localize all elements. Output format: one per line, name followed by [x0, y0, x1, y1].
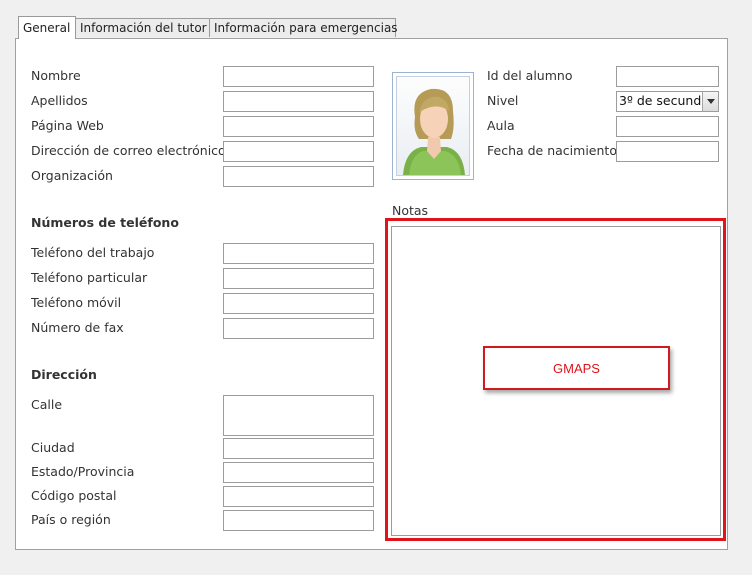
fecha-nacimiento-field[interactable] — [616, 141, 719, 162]
telefono-particular-label: Teléfono particular — [31, 270, 148, 285]
calle-label: Calle — [31, 397, 63, 412]
pagina-web-field[interactable] — [223, 116, 374, 137]
pais-region-label: País o región — [31, 512, 111, 527]
organizacion-label: Organización — [31, 168, 113, 183]
nivel-label: Nivel — [487, 93, 519, 108]
student-photo[interactable] — [392, 72, 474, 180]
telefono-movil-field[interactable] — [223, 293, 374, 314]
aula-field[interactable] — [616, 116, 719, 137]
estado-provincia-field[interactable] — [223, 462, 374, 483]
tab-general[interactable]: General — [18, 16, 76, 39]
codigo-postal-label: Código postal — [31, 488, 117, 503]
person-photo-icon — [403, 88, 465, 175]
id-alumno-label: Id del alumno — [487, 68, 573, 83]
calle-field[interactable] — [223, 395, 374, 436]
apellidos-field[interactable] — [223, 91, 374, 112]
fax-label: Número de fax — [31, 320, 124, 335]
telefono-trabajo-label: Teléfono del trabajo — [31, 245, 155, 260]
correo-label: Dirección de correo electrónico — [31, 143, 226, 158]
ciudad-field[interactable] — [223, 438, 374, 459]
fax-field[interactable] — [223, 318, 374, 339]
aula-label: Aula — [487, 118, 515, 133]
correo-field[interactable] — [223, 141, 374, 162]
telefono-trabajo-field[interactable] — [223, 243, 374, 264]
codigo-postal-field[interactable] — [223, 486, 374, 507]
notas-label: Notas — [392, 203, 429, 218]
tab-informacion-tutor[interactable]: Información del tutor — [75, 18, 210, 37]
nivel-select[interactable]: 3º de secundaria — [616, 91, 719, 112]
chevron-down-icon[interactable] — [702, 92, 718, 111]
apellidos-label: Apellidos — [31, 93, 88, 108]
telefono-particular-field[interactable] — [223, 268, 374, 289]
fecha-nacimiento-label: Fecha de nacimiento — [487, 143, 617, 158]
nombre-field[interactable] — [223, 66, 374, 87]
direccion-section-title: Dirección — [31, 367, 97, 382]
nombre-label: Nombre — [31, 68, 81, 83]
organizacion-field[interactable] — [223, 166, 374, 187]
pagina-web-label: Página Web — [31, 118, 104, 133]
ciudad-label: Ciudad — [31, 440, 75, 455]
estado-provincia-label: Estado/Provincia — [31, 464, 135, 479]
tab-informacion-emergencias[interactable]: Información para emergencias — [209, 18, 398, 37]
telefonos-section-title: Números de teléfono — [31, 215, 179, 230]
pais-region-field[interactable] — [223, 510, 374, 531]
id-alumno-field[interactable] — [616, 66, 719, 87]
telefono-movil-label: Teléfono móvil — [31, 295, 122, 310]
gmaps-overlay-label: GMAPS — [483, 346, 670, 390]
